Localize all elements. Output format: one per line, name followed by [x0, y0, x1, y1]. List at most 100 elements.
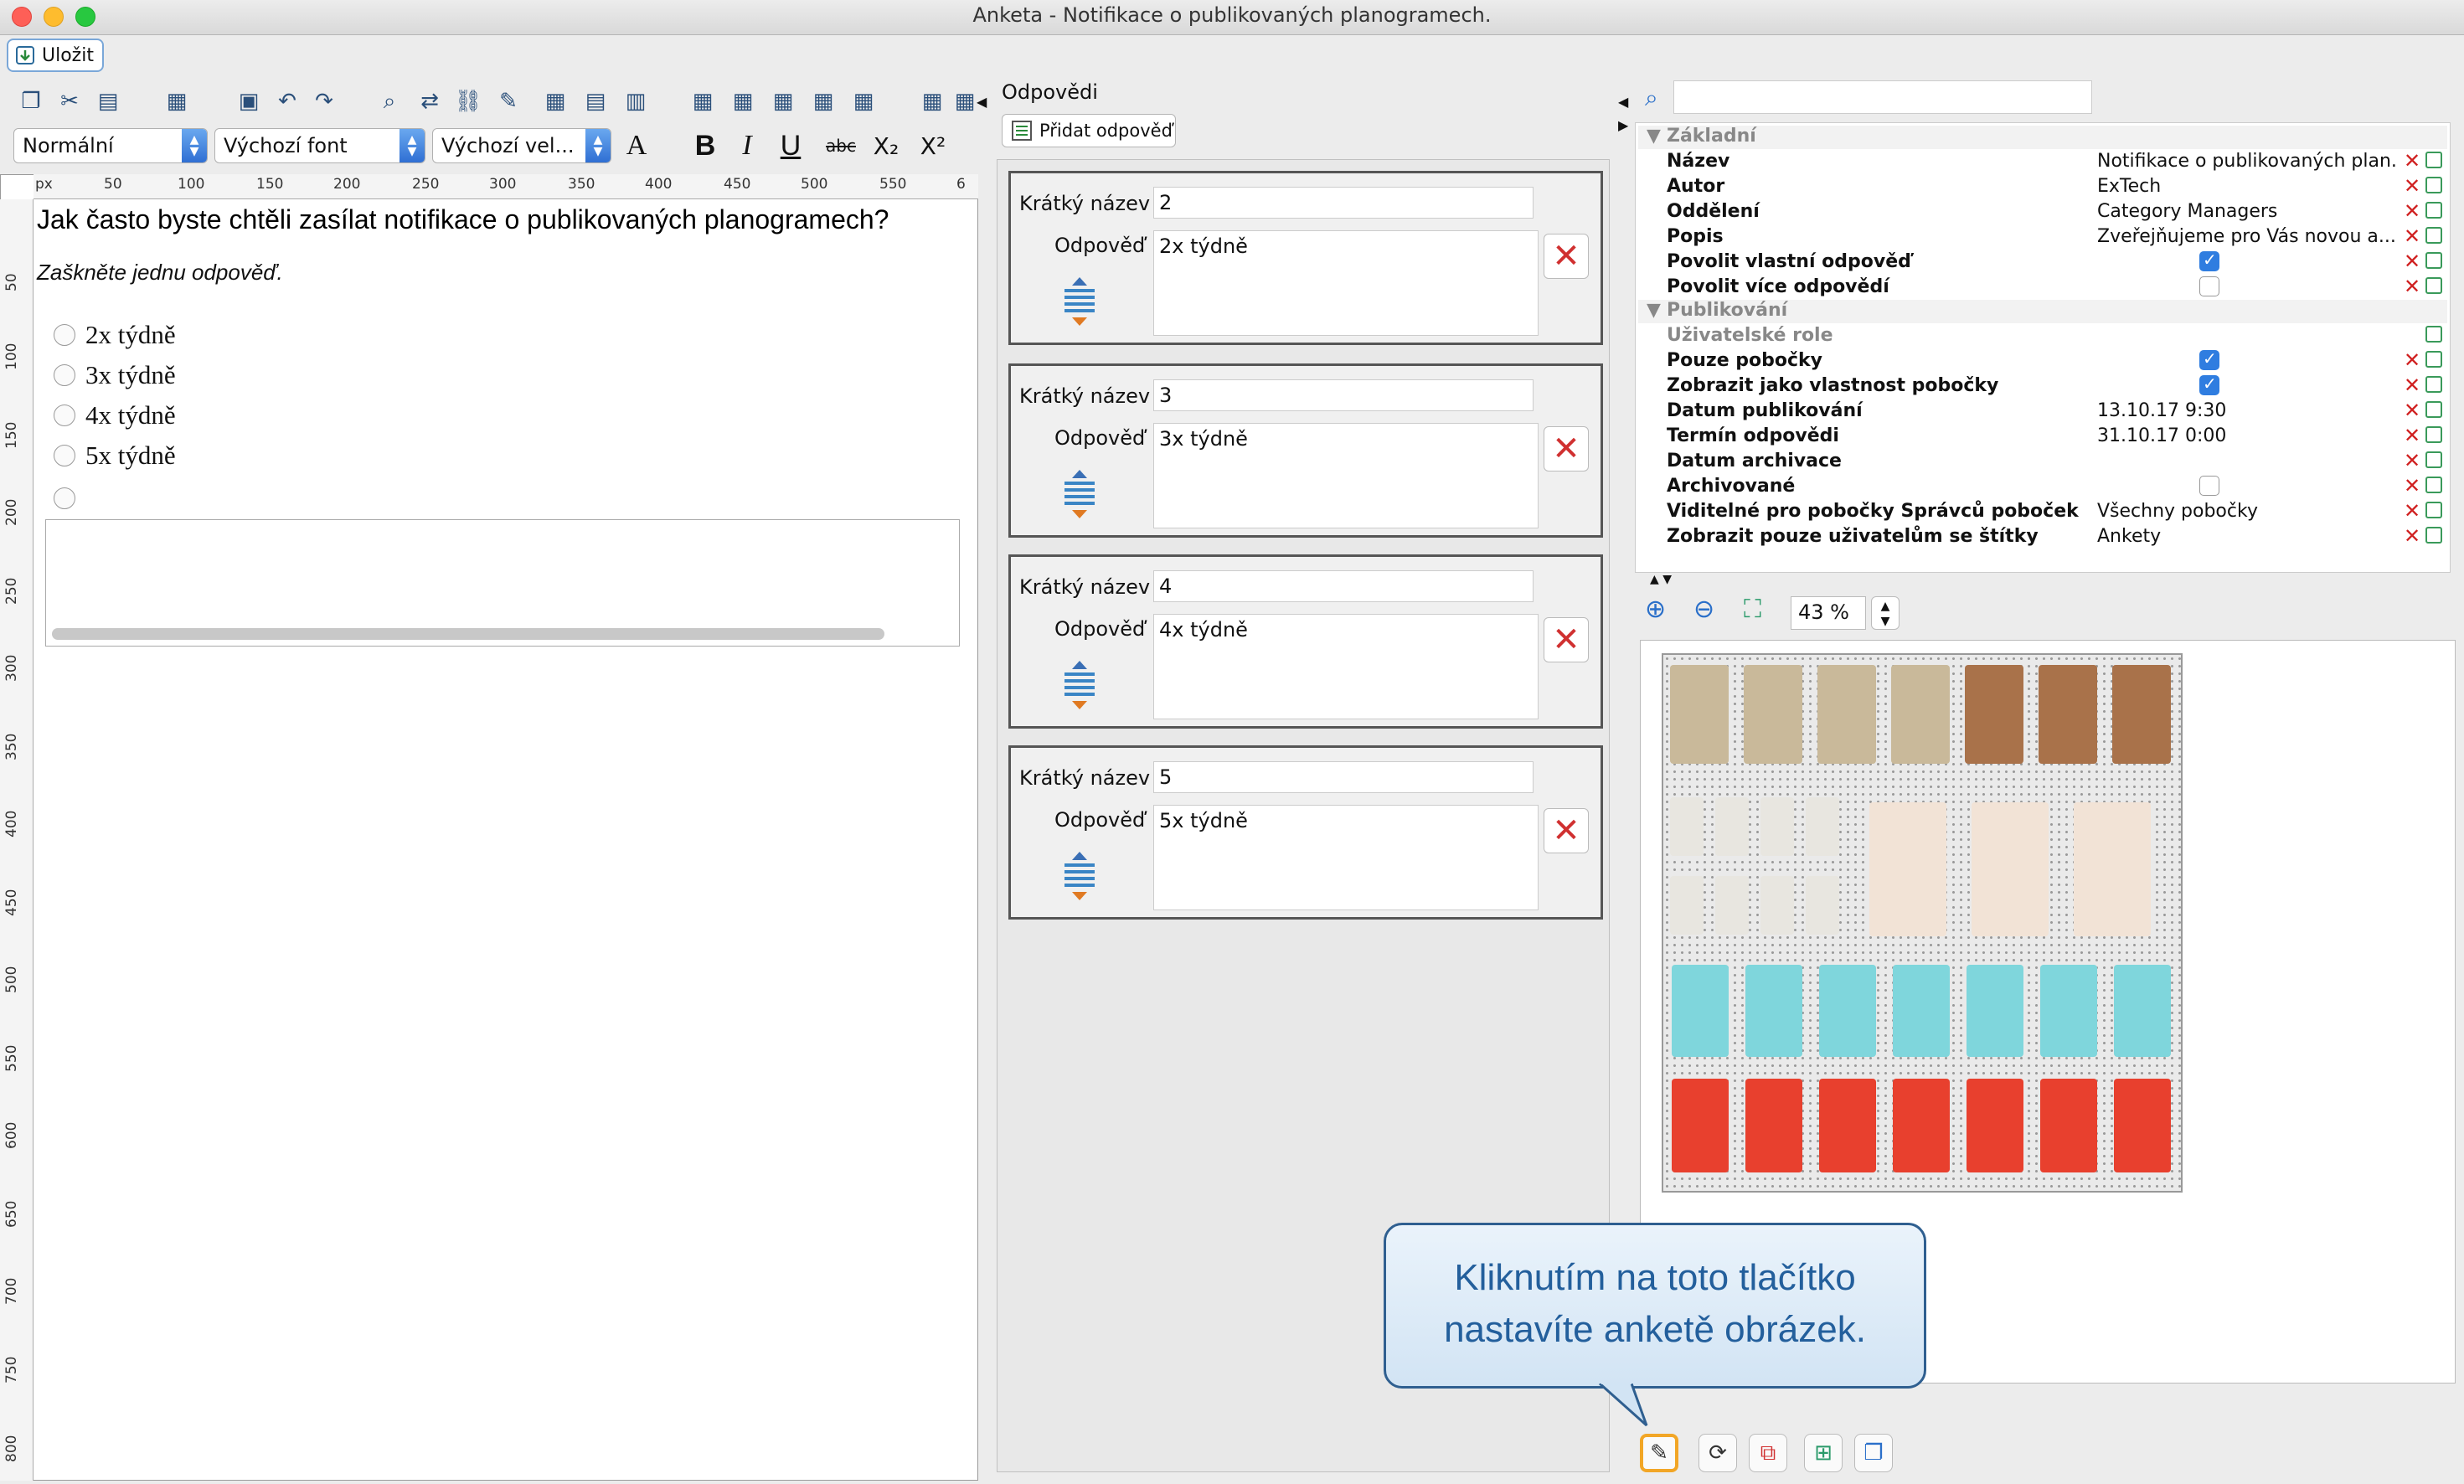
- short-name-input[interactable]: 2: [1153, 187, 1534, 219]
- property-row[interactable]: Pouze pobočky ✕: [1638, 348, 2447, 374]
- zoom-in-icon[interactable]: ⊕: [1645, 595, 1666, 624]
- property-row[interactable]: Datum archivace ✕: [1638, 449, 2447, 474]
- zoom-level-input[interactable]: 43 %: [1791, 596, 1866, 630]
- short-name-input[interactable]: 3: [1153, 379, 1534, 411]
- property-row[interactable]: Datum publikování 13.10.17 9:30 ✕: [1638, 399, 2447, 424]
- table-icon[interactable]: ▦: [159, 84, 194, 119]
- checkbox-unchecked[interactable]: [2199, 276, 2219, 296]
- subscript-button[interactable]: X₂: [868, 127, 905, 164]
- custom-answer-option[interactable]: [54, 487, 75, 509]
- radio-button[interactable]: [54, 404, 75, 426]
- link-icon[interactable]: ⛓: [451, 84, 486, 119]
- short-name-input[interactable]: 4: [1153, 570, 1534, 602]
- section-header-publishing[interactable]: ▼ Publikování: [1638, 300, 2447, 323]
- property-row[interactable]: Archivované ✕: [1638, 474, 2447, 499]
- reorder-icon[interactable]: [1058, 276, 1101, 327]
- cell-properties-icon[interactable]: ▦: [915, 84, 950, 119]
- reorder-icon[interactable]: [1058, 468, 1101, 520]
- edit-value-icon[interactable]: [2425, 252, 2442, 269]
- clear-icon[interactable]: ✕: [2404, 474, 2420, 497]
- zoom-stepper[interactable]: ▲ ▼: [1871, 596, 1900, 630]
- edit-value-icon[interactable]: [2425, 451, 2442, 468]
- insert-table-icon[interactable]: ▦: [538, 84, 573, 119]
- expand-right-icon[interactable]: ▶: [1618, 117, 1628, 133]
- instruction-text[interactable]: Zaškněte jednu odpověď.: [37, 260, 283, 286]
- add-answer-button[interactable]: Přidat odpověď: [1002, 114, 1176, 147]
- set-image-button[interactable]: ✎: [1640, 1434, 1678, 1472]
- radio-button[interactable]: [54, 364, 75, 386]
- text-color-icon[interactable]: A: [618, 127, 655, 164]
- rotate-button[interactable]: ⟳: [1699, 1434, 1737, 1472]
- property-row[interactable]: Povolit více odpovědí ✕: [1638, 275, 2447, 300]
- brush-icon[interactable]: ✎: [491, 84, 526, 119]
- edit-value-icon[interactable]: [2425, 177, 2442, 193]
- answer-option[interactable]: 2x týdně: [54, 320, 176, 350]
- clear-icon[interactable]: ✕: [2404, 399, 2420, 422]
- clear-icon[interactable]: ✕: [2404, 275, 2420, 298]
- collapse-left-icon[interactable]: ◀: [1618, 94, 1628, 110]
- clear-icon[interactable]: ✕: [2404, 149, 2420, 173]
- answer-textarea[interactable]: 4x týdně: [1153, 614, 1539, 719]
- property-row[interactable]: Povolit vlastní odpověď ✕: [1638, 250, 2447, 275]
- edit-value-icon[interactable]: [2425, 227, 2442, 244]
- zoom-out-icon[interactable]: ⊖: [1693, 595, 1714, 624]
- edit-value-icon[interactable]: [2425, 277, 2442, 294]
- radio-button[interactable]: [54, 324, 75, 346]
- checkbox-checked[interactable]: [2199, 348, 2219, 370]
- clear-icon[interactable]: ✕: [2404, 199, 2420, 223]
- delete-answer-button[interactable]: ✕: [1544, 234, 1589, 279]
- copy-image-button[interactable]: ❐: [1854, 1434, 1893, 1472]
- answer-textarea[interactable]: 2x týdně: [1153, 230, 1539, 336]
- style-select[interactable]: Normální ▲ ▼: [13, 128, 208, 163]
- property-value[interactable]: Ankety: [2097, 526, 2399, 547]
- property-row[interactable]: Zobrazit jako vlastnost pobočky ✕: [1638, 374, 2447, 399]
- edit-value-icon[interactable]: [2425, 401, 2442, 418]
- property-value[interactable]: 31.10.17 0:00: [2097, 425, 2399, 446]
- reorder-icon[interactable]: [1058, 659, 1101, 711]
- property-value[interactable]: Zveřejňujeme pro Vás novou a...: [2097, 226, 2399, 247]
- clear-icon[interactable]: ✕: [2404, 499, 2420, 523]
- italic-button[interactable]: I: [729, 127, 765, 164]
- undo-icon[interactable]: ↶: [270, 84, 305, 119]
- delete-row-icon[interactable]: ▦: [806, 84, 841, 119]
- insert-row-above-icon[interactable]: ▦: [685, 84, 720, 119]
- edit-value-icon[interactable]: [2425, 376, 2442, 393]
- save-button[interactable]: Uložit: [7, 39, 104, 72]
- reorder-icon[interactable]: [1058, 850, 1101, 902]
- search-input[interactable]: [1673, 80, 2092, 114]
- clear-icon[interactable]: ✕: [2404, 250, 2420, 273]
- splitter-arrows-icon[interactable]: ▲ ▼: [1650, 573, 1672, 586]
- delete-column-icon[interactable]: ▦: [846, 84, 881, 119]
- cut-icon[interactable]: ✂: [52, 84, 87, 119]
- edit-value-icon[interactable]: [2425, 502, 2442, 518]
- radio-button[interactable]: [54, 445, 75, 466]
- edit-value-icon[interactable]: [2425, 152, 2442, 168]
- split-cells-icon[interactable]: ▥: [618, 84, 653, 119]
- table-properties-icon[interactable]: ▦: [951, 84, 978, 119]
- copy-icon[interactable]: ❐: [13, 84, 49, 119]
- edit-value-icon[interactable]: [2425, 326, 2442, 343]
- collapse-left-icon[interactable]: ◀: [977, 94, 987, 110]
- property-row[interactable]: Uživatelské role: [1638, 323, 2447, 348]
- superscript-button[interactable]: X²: [915, 127, 951, 164]
- property-row[interactable]: Termín odpovědi 31.10.17 0:00 ✕: [1638, 424, 2447, 449]
- property-row[interactable]: Viditelné pro pobočky Správců poboček Vše…: [1638, 499, 2447, 524]
- section-header-basic[interactable]: ▼ Základní: [1638, 126, 2447, 149]
- insert-column-icon[interactable]: ▦: [765, 84, 801, 119]
- property-value[interactable]: ExTech: [2097, 176, 2399, 197]
- question-text[interactable]: Jak často byste chtěli zasílat notifikac…: [37, 204, 889, 235]
- paste-icon[interactable]: ▤: [90, 84, 126, 119]
- answer-textarea[interactable]: 5x týdně: [1153, 805, 1539, 910]
- answer-option[interactable]: 4x týdně: [54, 400, 176, 430]
- fit-to-window-icon[interactable]: ⛶: [1744, 595, 1761, 624]
- strikethrough-button[interactable]: abc: [822, 127, 859, 164]
- redo-icon[interactable]: ↷: [307, 84, 342, 119]
- clear-icon[interactable]: ✕: [2404, 224, 2420, 248]
- image-icon[interactable]: ▣: [231, 84, 266, 119]
- edit-value-icon[interactable]: [2425, 351, 2442, 368]
- merge-cells-icon[interactable]: ▤: [578, 84, 613, 119]
- short-name-input[interactable]: 5: [1153, 761, 1534, 793]
- font-select[interactable]: Výchozí font ▲ ▼: [214, 128, 425, 163]
- bold-button[interactable]: B: [687, 127, 724, 164]
- edit-value-icon[interactable]: [2425, 426, 2442, 443]
